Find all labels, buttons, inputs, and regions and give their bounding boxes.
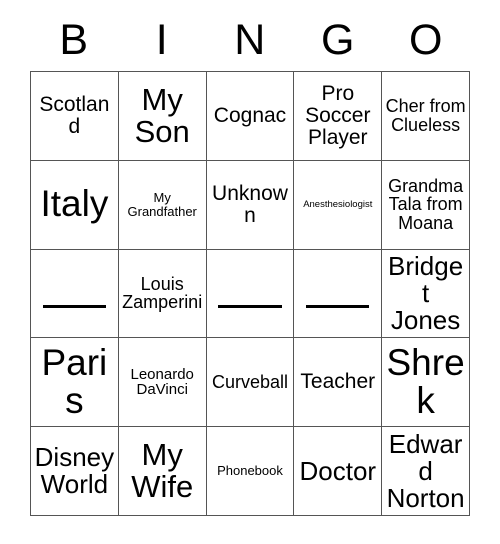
bingo-cell[interactable]: Doctor: [294, 427, 383, 516]
bingo-cell[interactable]: Teacher: [294, 338, 383, 428]
bingo-cell[interactable]: [294, 249, 383, 339]
bingo-cell-label: Curveball: [211, 371, 289, 392]
bingo-cell-label: Italy: [40, 183, 109, 225]
bingo-cell-label: Grandma Tala from Moana: [388, 175, 464, 234]
bingo-cell[interactable]: Unknown: [206, 160, 295, 250]
bingo-cell-label: My Son: [134, 81, 190, 149]
bingo-cell-label: My Wife: [131, 436, 194, 505]
bingo-cell[interactable]: [206, 249, 295, 339]
bingo-cell[interactable]: Phonebook: [206, 427, 295, 516]
bingo-card: B I N G O Scotland My Son Cognac Pro Soccer…: [30, 10, 470, 516]
bingo-cell-blank-line: [218, 304, 282, 308]
bingo-cell[interactable]: Cher from Clueless: [382, 72, 470, 161]
bingo-row: Disney World My Wife Phonebook Doctor Edward…: [31, 427, 470, 516]
bingo-cell[interactable]: My Grandfather: [118, 160, 207, 250]
bingo-cell-label: Anesthesiologist: [303, 198, 373, 210]
bingo-grid: Scotland My Son Cognac Pro Soccer Player Che…: [30, 71, 470, 516]
header-letter-n: N: [234, 16, 266, 64]
bingo-cell-label: Teacher: [300, 370, 376, 394]
bingo-cell[interactable]: Shrek: [382, 338, 470, 428]
bingo-cell[interactable]: Disney World: [31, 427, 119, 516]
bingo-row: Paris Leonardo DaVinci Curveball Teacher Shr…: [31, 338, 470, 428]
bingo-cell-label: Cognac: [213, 103, 287, 127]
bingo-cell-label: Pro Soccer Player: [305, 82, 371, 149]
bingo-cell-label: Cher from Clueless: [385, 96, 466, 135]
bingo-row: Italy My Grandfather Unknown Anesthesiologi…: [31, 160, 470, 250]
bingo-cell[interactable]: Pro Soccer Player: [294, 72, 383, 161]
bingo-header: B I N G O: [30, 10, 470, 71]
bingo-cell-label: Louis Zamperini: [122, 273, 203, 313]
bingo-cell-label: Edward Norton: [386, 428, 465, 513]
bingo-cell[interactable]: [31, 249, 119, 339]
bingo-cell-blank-line: [42, 304, 106, 308]
bingo-cell-label: Scotland: [39, 93, 110, 138]
bingo-cell[interactable]: Bridget Jones: [382, 249, 470, 339]
bingo-cell[interactable]: Edward Norton: [382, 427, 470, 516]
bingo-cell-blank-line: [306, 304, 370, 308]
bingo-cell[interactable]: Cognac: [206, 72, 295, 161]
bingo-cell[interactable]: My Son: [118, 72, 207, 161]
bingo-cell-label: Phonebook: [217, 463, 283, 479]
bingo-cell[interactable]: Italy: [31, 160, 119, 250]
bingo-cell-label: Unknown: [212, 181, 288, 227]
bingo-cell[interactable]: My Wife: [118, 427, 207, 516]
bingo-cell[interactable]: Grandma Tala from Moana: [382, 160, 470, 250]
header-letter-i: I: [155, 16, 169, 64]
header-letter-b: B: [59, 16, 89, 64]
bingo-cell-label: Leonardo DaVinci: [130, 365, 194, 399]
bingo-cell[interactable]: Curveball: [206, 338, 295, 428]
bingo-cell-label: Paris: [41, 341, 108, 422]
bingo-cell[interactable]: Anesthesiologist: [294, 160, 383, 250]
bingo-cell-label: Doctor: [299, 455, 377, 486]
header-letter-o: O: [409, 16, 443, 64]
bingo-cell[interactable]: Paris: [31, 338, 119, 428]
bingo-cell-label: Disney World: [34, 442, 115, 500]
bingo-cell-label: My Grandfather: [127, 190, 197, 219]
bingo-row: Scotland My Son Cognac Pro Soccer Player Che…: [31, 72, 470, 161]
bingo-cell[interactable]: Leonardo DaVinci: [118, 338, 207, 428]
bingo-cell[interactable]: Louis Zamperini: [118, 249, 207, 339]
bingo-row: Louis Zamperini Bridget Jones: [31, 249, 470, 339]
bingo-cell[interactable]: Scotland: [31, 72, 119, 161]
header-letter-g: G: [321, 16, 355, 64]
bingo-cell-label: Bridget Jones: [388, 250, 464, 335]
bingo-cell-label: Shrek: [386, 341, 465, 422]
